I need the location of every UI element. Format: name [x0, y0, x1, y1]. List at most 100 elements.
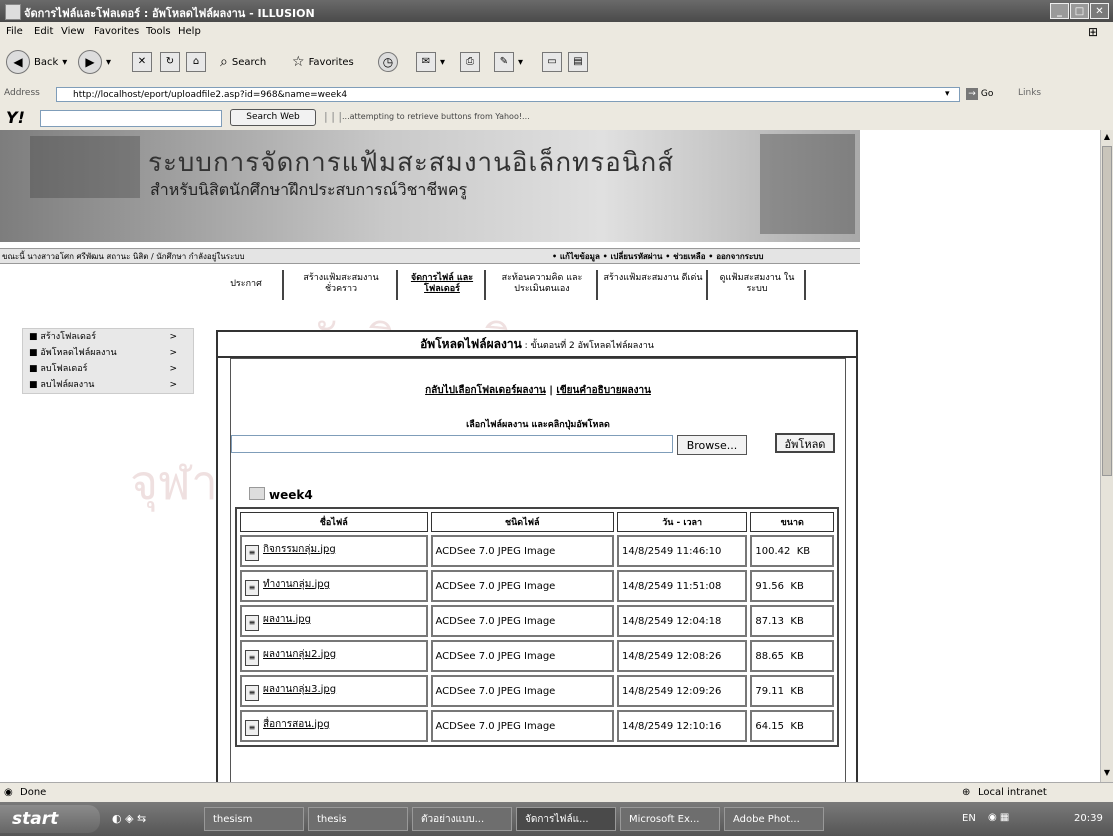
page-content: สถาบันวิทยบริการ จุฬาลงกรณ์มหาวิทยาลัย ร…	[0, 130, 1100, 782]
favorites-button[interactable]: ☆ Favorites	[292, 50, 354, 74]
stop-button[interactable]: ✕	[132, 50, 152, 74]
print-button[interactable]: ⎙	[460, 50, 480, 74]
scroll-thumb[interactable]	[1102, 146, 1112, 476]
tab-view-portfolio[interactable]: ดูแฟ้มสะสมงาน ในระบบ	[710, 270, 806, 300]
file-link[interactable]: ผลงานกลุ่ม2.jpg	[263, 649, 336, 660]
search-button[interactable]: ⌕ Search	[220, 50, 266, 74]
address-input[interactable]: http://localhost/eport/uploadfile2.asp?i…	[56, 87, 960, 102]
file-icon: ≡	[245, 719, 259, 736]
language-indicator[interactable]: EN	[962, 813, 976, 824]
mail-button[interactable]: ✉ ▾	[416, 50, 445, 74]
forward-button[interactable]: ▶ ▾	[78, 50, 111, 74]
scroll-up-icon[interactable]: ▲	[1102, 132, 1112, 142]
file-link[interactable]: กิจกรรมกลุ่ม.jpg	[263, 544, 336, 555]
minimize-button[interactable]: _	[1050, 3, 1069, 19]
taskbar-item-example[interactable]: ตัวอย่างแบบ...	[412, 807, 512, 831]
file-link[interactable]: ทำงานกลุ่ม.jpg	[263, 579, 330, 590]
taskbar-item-browser[interactable]: จัดการไฟล์แ...	[516, 807, 616, 831]
col-filename: ชื่อไฟล์	[240, 512, 428, 532]
links-button[interactable]: Links	[1018, 88, 1041, 98]
windows-logo-icon: ⊞	[1088, 25, 1099, 39]
go-button[interactable]: → Go	[966, 88, 993, 100]
window-title: จัดการไฟล์และโฟลเดอร์ : อัพโหลดไฟล์ผลงาน…	[24, 7, 315, 20]
window-titlebar: จัดการไฟล์และโฟลเดอร์ : อัพโหลดไฟล์ผลงาน…	[0, 0, 1113, 22]
menu-tools[interactable]: Tools	[146, 26, 171, 37]
ie-icon	[5, 4, 21, 20]
back-button[interactable]: ◀ Back ▾	[6, 50, 67, 74]
side-menu: ■ สร้างโฟลเดอร์ > ■ อัพโหลดไฟล์ผลงาน > ■ ล…	[22, 328, 194, 394]
back-arrow-icon: ◀	[6, 50, 30, 74]
menu-view[interactable]: View	[61, 26, 85, 37]
site-banner: ระบบการจัดการแฟ้มสะสมงานอิเล็กทรอนิกส์ ส…	[0, 130, 860, 242]
file-path-input[interactable]	[231, 435, 673, 453]
refresh-button[interactable]: ↻	[160, 50, 180, 74]
yahoo-search-input[interactable]	[40, 110, 222, 127]
side-item-create-folder[interactable]: ■ สร้างโฟลเดอร์ >	[23, 329, 193, 345]
tab-best-portfolio[interactable]: สร้างแฟ้มสะสมงาน ดีเด่น	[600, 270, 708, 300]
history-button[interactable]: ◷	[378, 50, 398, 74]
go-arrow-icon: →	[966, 88, 978, 100]
file-type: ACDSee 7.0 JPEG Image	[430, 640, 614, 672]
taskbar-item-photoshop[interactable]: Adobe Phot...	[724, 807, 824, 831]
upload-button[interactable]: อัพโหลด	[775, 433, 835, 453]
close-button[interactable]: ✕	[1090, 3, 1109, 19]
forward-arrow-icon: ▶	[78, 50, 102, 74]
file-size: 79.11 KB	[750, 675, 834, 707]
taskbar-item-excel[interactable]: Microsoft Ex...	[620, 807, 720, 831]
side-item-delete-folder[interactable]: ■ ลบโฟลเดอร์ >	[23, 361, 193, 377]
file-size: 91.56 KB	[750, 570, 834, 602]
file-size: 87.13 KB	[750, 605, 834, 637]
quick-launch-icons[interactable]: ◐ ◈ ⇆	[112, 812, 146, 825]
menu-file[interactable]: File	[6, 26, 23, 37]
file-type: ACDSee 7.0 JPEG Image	[430, 710, 614, 742]
user-status-strip: ขณะนี้ นางสาวอโศก ศรีพัฒน สถานะ นิสิต / …	[0, 248, 860, 264]
menu-help[interactable]: Help	[178, 26, 201, 37]
files-table: ชื่อไฟล์ ชนิดไฟล์ วัน - เวลา ขนาด ≡ กิจกร…	[235, 507, 839, 747]
tab-manage-files[interactable]: จัดการไฟล์ และโฟลเดอร์	[400, 270, 486, 300]
taskbar-item-thesism[interactable]: thesism	[204, 807, 304, 831]
tab-announcement[interactable]: ประกาศ	[210, 270, 284, 300]
file-link[interactable]: สื่อการสอน.jpg	[263, 719, 330, 730]
browse-button[interactable]: Browse...	[677, 435, 747, 455]
taskbar-item-thesis[interactable]: thesis	[308, 807, 408, 831]
scroll-down-icon[interactable]: ▼	[1102, 768, 1112, 778]
maximize-button[interactable]: □	[1070, 3, 1089, 19]
menu-favorites[interactable]: Favorites	[94, 26, 139, 37]
tab-reflection[interactable]: สะท้อนความคิด และประเมินตนเอง	[488, 270, 598, 300]
mail-icon: ✉	[416, 52, 436, 72]
menu-bar: File Edit View Favorites Tools Help ⊞	[0, 22, 1113, 43]
yahoo-search-button[interactable]: Search Web	[230, 109, 316, 126]
research-icon: ▤	[568, 52, 588, 72]
go-label: Go	[980, 89, 994, 99]
search-icon: ⌕	[220, 54, 228, 70]
side-item-upload-file[interactable]: ■ อัพโหลดไฟล์ผลงาน >	[23, 345, 193, 361]
banner-computer-image	[760, 134, 855, 234]
page-scrollbar[interactable]: ▲ ▼	[1100, 130, 1113, 782]
discuss-button[interactable]: ▭	[542, 50, 562, 74]
address-dropdown-icon[interactable]: ▾	[945, 89, 950, 99]
edit-button[interactable]: ✎ ▾	[494, 50, 523, 74]
side-item-delete-file[interactable]: ■ ลบไฟล์ผลงาน >	[23, 377, 193, 393]
yahoo-toolbar: Y! Search Web | | | ...attempting to ret…	[0, 106, 1113, 131]
stop-icon: ✕	[132, 52, 152, 72]
start-button[interactable]: start	[0, 805, 100, 833]
search-label: Search	[231, 56, 267, 68]
research-button[interactable]: ▤	[568, 50, 588, 74]
file-link[interactable]: ผลงาน.jpg	[263, 614, 311, 625]
describe-work-link[interactable]: เขียนคำอธิบายผลงาน	[556, 385, 651, 396]
home-button[interactable]: ⌂	[186, 50, 206, 74]
discuss-icon: ▭	[542, 52, 562, 72]
table-header-row: ชื่อไฟล์ ชนิดไฟล์ วัน - เวลา ขนาด	[240, 512, 834, 532]
tray-icons[interactable]: ◉ ▦	[988, 812, 1009, 823]
file-date: 14/8/2549 12:04:18	[616, 605, 748, 637]
back-to-folder-link[interactable]: กลับไปเลือกโฟลเดอร์ผลงาน	[425, 385, 546, 396]
file-date: 14/8/2549 12:09:26	[616, 675, 748, 707]
file-size: 88.65 KB	[750, 640, 834, 672]
user-links[interactable]: • แก้ไขข้อมูล • เปลี่ยนรหัสผ่าน • ช่วยเห…	[552, 250, 763, 263]
site-logo	[30, 136, 140, 198]
tab-temp-portfolio[interactable]: สร้างแฟ้มสะสมงาน ชั่วคราว	[286, 270, 398, 300]
yahoo-logo[interactable]: Y!	[6, 108, 25, 127]
menu-edit[interactable]: Edit	[34, 26, 53, 37]
user-status-text: ขณะนี้ นางสาวอโศก ศรีพัฒน สถานะ นิสิต / …	[2, 252, 245, 261]
file-link[interactable]: ผลงานกลุ่ม3.jpg	[263, 684, 336, 695]
